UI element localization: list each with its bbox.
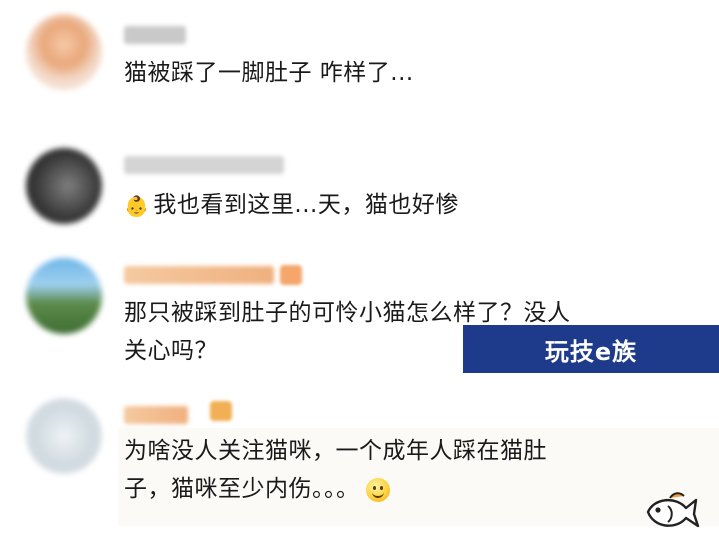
vip-badge-icon	[280, 265, 302, 285]
watermark-text: 玩技e族	[544, 337, 638, 366]
avatar[interactable]	[26, 14, 102, 90]
username-blurred[interactable]	[124, 156, 284, 174]
watermark-banner: 玩技e族	[463, 325, 719, 373]
avatar[interactable]	[26, 148, 102, 224]
avatar[interactable]	[26, 258, 102, 334]
comment-text-line: 为啥没人关注猫咪，一个成年人踩在猫肚	[124, 438, 547, 464]
comment-text: 猫被踩了一脚肚子 咋样了...	[124, 60, 414, 86]
username-blurred[interactable]	[124, 26, 186, 44]
comment-text: 👶 我也看到这里...天，猫也好惨	[124, 186, 459, 225]
baby-emoji-icon: 👶	[124, 193, 150, 218]
comment-text-body: 我也看到这里...天，猫也好惨	[153, 192, 459, 218]
comment-text-body: 子，猫咪至少内伤。。。	[124, 476, 360, 502]
comment-text: 为啥没人关注猫咪，一个成年人踩在猫肚 子，猫咪至少内伤。。。	[124, 432, 547, 508]
comment-text-line: 子，猫咪至少内伤。。。	[124, 470, 547, 508]
username-blurred[interactable]	[124, 406, 188, 424]
vip-badge-icon	[210, 401, 232, 421]
avatar[interactable]	[26, 398, 102, 474]
fish-logo-icon	[646, 492, 700, 528]
smiley-emoji-icon	[365, 477, 390, 502]
username-blurred[interactable]	[124, 266, 274, 284]
